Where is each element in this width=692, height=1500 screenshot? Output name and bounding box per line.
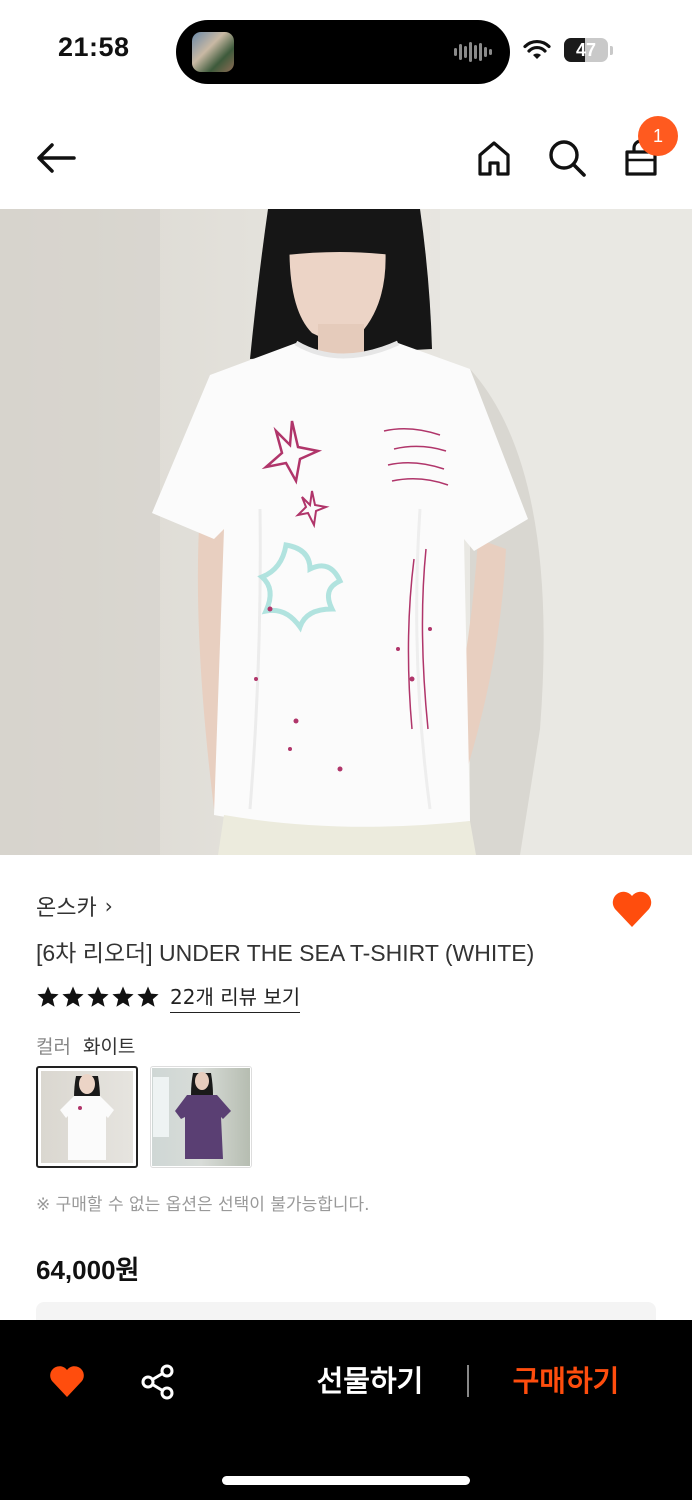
wifi-icon — [523, 39, 551, 59]
swatch-white[interactable] — [36, 1066, 138, 1168]
brand-name: 온스카 — [36, 896, 97, 921]
battery-percent: 47 — [575, 40, 597, 60]
status-time: 21:58 — [58, 32, 130, 62]
rating-row: 22개 리뷰 보기 — [36, 980, 301, 1014]
home-icon — [478, 141, 510, 176]
star-icon — [62, 986, 84, 1007]
status-bar: 21:58 47 — [0, 0, 692, 100]
star-icon — [37, 986, 59, 1007]
bottom-action-bar: 선물하기 구매하기 — [0, 1320, 692, 1500]
home-button[interactable] — [470, 134, 518, 182]
star-icon — [112, 986, 134, 1007]
star-icon — [87, 986, 109, 1007]
star-icon — [137, 986, 159, 1007]
share-icon[interactable] — [138, 1362, 178, 1402]
product-price: 64,000원 — [36, 1255, 140, 1285]
chevron-right-icon: › — [104, 894, 113, 918]
swatch-purple-image — [153, 1072, 231, 1159]
dynamic-island[interactable] — [176, 20, 510, 84]
model-illustration — [0, 209, 692, 855]
color-label: 컬러 — [36, 1036, 71, 1058]
product-title: [6차 리오더] UNDER THE SEA T-SHIRT (WHITE) — [36, 940, 535, 966]
audio-wave-icon — [454, 42, 492, 62]
swatch-purple[interactable] — [150, 1066, 252, 1168]
battery-nub — [610, 46, 613, 55]
color-swatches — [36, 1066, 252, 1168]
back-arrow-icon — [37, 143, 76, 173]
search-button[interactable] — [543, 134, 591, 182]
top-nav — [0, 110, 692, 205]
gift-button[interactable]: 선물하기 — [290, 1358, 450, 1404]
swatch-white-image — [60, 1074, 114, 1160]
color-option-row: 컬러 화이트 — [36, 1032, 135, 1059]
cart-count-badge: 1 — [638, 116, 678, 156]
color-value: 화이트 — [82, 1036, 136, 1058]
button-divider — [467, 1365, 469, 1397]
now-playing-thumbnail — [192, 32, 234, 72]
review-link[interactable]: 22개 리뷰 보기 — [170, 981, 301, 1013]
buy-button[interactable]: 구매하기 — [488, 1358, 644, 1404]
option-notice: ※ 구매할 수 없는 옵션은 선택이 불가능합니다. — [36, 1195, 370, 1215]
search-icon — [549, 140, 586, 177]
home-indicator[interactable] — [222, 1476, 470, 1485]
heart-icon[interactable] — [48, 1363, 86, 1401]
wishlist-heart-icon[interactable] — [610, 888, 654, 932]
product-photo[interactable] — [0, 209, 692, 855]
brand-link[interactable]: 온스카 › — [36, 890, 113, 922]
back-button[interactable] — [32, 134, 80, 182]
status-icons: 47 — [522, 36, 632, 64]
rating-stars — [36, 985, 160, 1009]
battery-icon: 47 — [564, 38, 608, 62]
